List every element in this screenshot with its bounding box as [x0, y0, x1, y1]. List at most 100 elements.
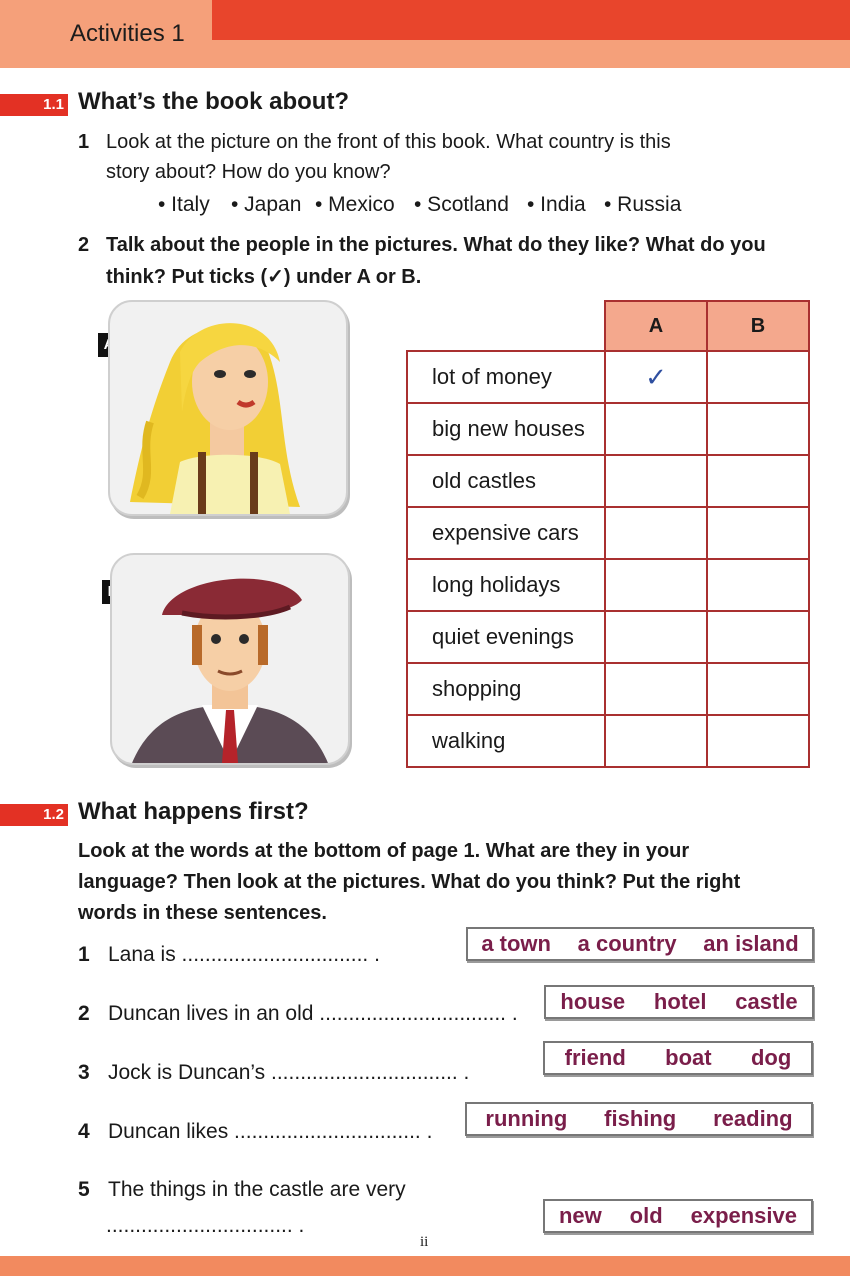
word-box-1: a town a country an island: [466, 927, 814, 961]
sentence-1: 1 Lana is ...............................…: [78, 943, 380, 967]
tick-cell-a[interactable]: ✓: [604, 350, 708, 404]
option-japan: • Japan: [231, 193, 302, 216]
word-option[interactable]: boat: [665, 1045, 711, 1071]
intro-line-1: Look at the words at the bottom of page …: [78, 840, 690, 862]
sentence-text: Duncan lives in an old .................…: [108, 1002, 518, 1025]
sentence-number: 3: [78, 1061, 90, 1084]
sentence-5-blank: ................................ .: [106, 1214, 305, 1237]
row-label: big new houses: [406, 402, 606, 456]
word-box-3: friend boat dog: [543, 1041, 813, 1075]
tick-cell-b[interactable]: [706, 350, 810, 404]
tick-cell-a[interactable]: [604, 402, 708, 456]
word-option[interactable]: a country: [578, 931, 677, 957]
question-2-line2: think? Put ticks (✓) under A or B.: [106, 266, 422, 288]
sentence-number: 5: [78, 1178, 90, 1201]
woman-illustration: [130, 323, 300, 514]
tick-cell-a[interactable]: [604, 714, 708, 768]
page-header-title: Activities 1: [70, 20, 185, 47]
page-number: ii: [420, 1234, 429, 1250]
question-number-2: 2: [78, 234, 90, 256]
row-label: expensive cars: [406, 506, 606, 560]
tick-cell-b[interactable]: [706, 610, 810, 664]
word-option[interactable]: running: [485, 1106, 567, 1132]
option-india: • India: [527, 193, 586, 216]
tick-cell-b[interactable]: [706, 662, 810, 716]
tick-cell-b[interactable]: [706, 714, 810, 768]
table-header-blank: [407, 301, 605, 352]
table-header-b: B: [706, 300, 810, 352]
word-box-5: new old expensive: [543, 1199, 813, 1233]
sentence-number: 4: [78, 1120, 90, 1143]
option-scotland: • Scotland: [414, 193, 509, 216]
sentence-text: The things in the castle are very: [108, 1178, 406, 1201]
question-2-line1: Talk about the people in the pictures. W…: [106, 234, 766, 256]
intro-line-2: language? Then look at the pictures. Wha…: [78, 871, 741, 893]
tick-cell-a[interactable]: [604, 506, 708, 560]
word-option[interactable]: house: [560, 989, 625, 1015]
question-1-line1: Look at the picture on the front of this…: [106, 131, 671, 153]
question-1-line2: story about? How do you know?: [106, 161, 391, 183]
sentence-text: Lana is ................................…: [108, 943, 380, 966]
section-badge-1-1: 1.1: [0, 94, 68, 116]
word-option[interactable]: a town: [481, 931, 551, 957]
word-option[interactable]: castle: [735, 989, 797, 1015]
table-row: quiet evenings: [406, 610, 810, 664]
word-option[interactable]: new: [559, 1203, 602, 1229]
sentence-number: 2: [78, 1002, 90, 1025]
sentence-number: 1: [78, 943, 90, 966]
table-row: expensive cars: [406, 506, 810, 560]
tick-cell-b[interactable]: [706, 402, 810, 456]
table-row: long holidays: [406, 558, 810, 612]
section-badge-1-2: 1.2: [0, 804, 68, 826]
row-label: long holidays: [406, 558, 606, 612]
row-label: shopping: [406, 662, 606, 716]
word-box-2: house hotel castle: [544, 985, 814, 1019]
table-header-a: A: [604, 300, 708, 352]
tick-cell-b[interactable]: [706, 558, 810, 612]
option-italy: • Italy: [158, 193, 210, 216]
preferences-table: A B lot of money ✓ big new houses old ca…: [406, 300, 810, 768]
header-accent-bar: [212, 0, 850, 40]
word-option[interactable]: friend: [565, 1045, 626, 1071]
sentence-4: 4 Duncan likes ..........................…: [78, 1120, 432, 1144]
tick-cell-a[interactable]: [604, 662, 708, 716]
section-title-1-1: What’s the book about?: [78, 88, 350, 115]
man-illustration: [132, 578, 328, 763]
footer-band: [0, 1256, 850, 1276]
row-label: old castles: [406, 454, 606, 508]
table-row: walking: [406, 714, 810, 768]
tick-cell-a[interactable]: [604, 558, 708, 612]
question-number-1: 1: [78, 131, 90, 153]
table-header-row: A B: [407, 300, 810, 352]
sentence-2: 2 Duncan lives in an old ................…: [78, 1002, 518, 1026]
sentence-3: 3 Jock is Duncan’s ......................…: [78, 1061, 469, 1085]
word-option[interactable]: dog: [751, 1045, 791, 1071]
word-option[interactable]: expensive: [691, 1203, 797, 1229]
word-option[interactable]: old: [630, 1203, 663, 1229]
sentence-5: 5 The things in the castle are very: [78, 1178, 406, 1202]
sentence-text: Jock is Duncan’s .......................…: [108, 1061, 470, 1084]
word-option[interactable]: reading: [713, 1106, 792, 1132]
tick-cell-a[interactable]: [604, 610, 708, 664]
table-row: lot of money ✓: [406, 350, 810, 404]
table-row: big new houses: [406, 402, 810, 456]
option-mexico: • Mexico: [315, 193, 395, 216]
word-option[interactable]: an island: [703, 931, 798, 957]
tick-cell-b[interactable]: [706, 506, 810, 560]
tick-cell-b[interactable]: [706, 454, 810, 508]
picture-a-woman: [108, 300, 348, 516]
sentence-text: Duncan likes ...........................…: [108, 1120, 433, 1143]
option-russia: • Russia: [604, 193, 682, 216]
tick-cell-a[interactable]: [604, 454, 708, 508]
row-label: lot of money: [406, 350, 606, 404]
table-row: old castles: [406, 454, 810, 508]
row-label: walking: [406, 714, 606, 768]
picture-b-man: [110, 553, 350, 765]
word-option[interactable]: hotel: [654, 989, 707, 1015]
word-option[interactable]: fishing: [604, 1106, 676, 1132]
word-box-4: running fishing reading: [465, 1102, 813, 1136]
section-title-1-2: What happens first?: [78, 798, 309, 825]
intro-line-3: words in these sentences.: [78, 902, 327, 924]
row-label: quiet evenings: [406, 610, 606, 664]
table-row: shopping: [406, 662, 810, 716]
